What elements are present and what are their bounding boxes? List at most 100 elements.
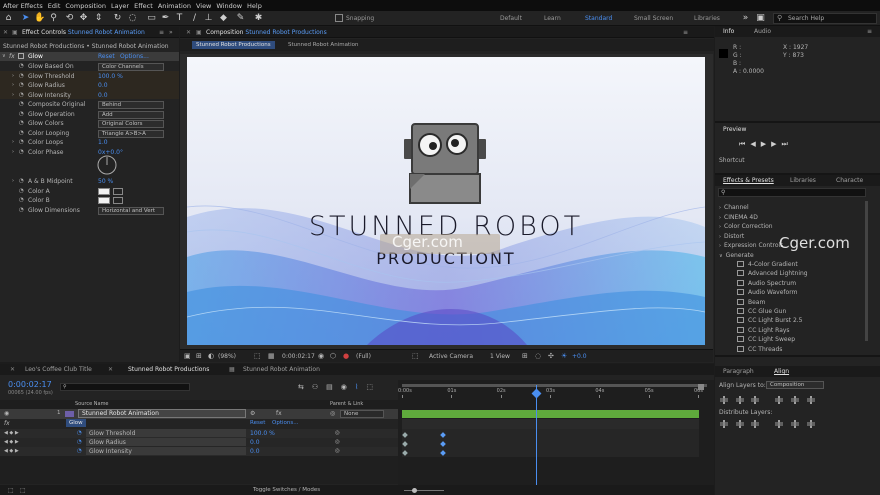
layer-switch-icon[interactable]: ⚙ [250,410,255,417]
tl-options[interactable]: Options... [272,420,298,426]
menu-item[interactable]: Animation [158,2,191,10]
tab-audio[interactable]: Audio [754,28,771,35]
menu-item[interactable]: Layer [111,2,129,10]
fx-icon[interactable]: fx [9,53,15,60]
effects-category[interactable]: › Expression Controls [719,241,783,250]
tab-align[interactable]: Align [774,368,789,375]
effects-item[interactable]: CC Light Rays [737,326,790,335]
effects-category[interactable]: › Color Correction [719,222,773,231]
tl-reset[interactable]: Reset [250,420,265,426]
ec-prop-row[interactable]: › ◔ Glow Intensity 0.0 [0,91,179,100]
ec-prop-row[interactable]: ◔ Glow Based On Color Channels [0,62,179,71]
ec-prop-row[interactable]: ◔ Color A [0,187,179,196]
tab-paragraph[interactable]: Paragraph [723,368,754,375]
ec-prop-value[interactable]: 0.0 [98,91,108,100]
effects-item[interactable]: CC Threads [737,345,782,354]
ec-prop-dropdown[interactable]: Color Channels [98,63,164,71]
menu-item[interactable]: Help [247,2,262,10]
eraser-tool-icon[interactable]: ◆ [218,13,229,24]
comp-subtab-productions[interactable]: Stunned Robot Productions [192,41,275,49]
tab-stunned-animation[interactable]: Stunned Robot Animation [243,366,320,373]
ec-prop-row[interactable]: ◔ Glow Colors Original Colors [0,119,179,128]
effects-category[interactable]: ∨ Generate [719,251,754,260]
tab-leos-coffee[interactable]: Leo's Coffee Club Title [25,366,92,373]
stopwatch-icon[interactable]: ◔ [77,429,82,438]
pickwhip-icon[interactable]: ◎ [330,410,335,417]
brush-tool-icon[interactable]: ∕ [189,13,200,24]
stopwatch-icon[interactable]: ◔ [19,177,24,186]
align-to-dropdown[interactable]: Composition [766,381,824,389]
transparency-grid-icon[interactable]: ▦ [268,352,275,360]
effects-item[interactable]: Audio Spectrum [737,279,796,288]
tl-prop-value[interactable]: 100.0 % [250,429,275,438]
effects-search-input[interactable]: ⚲ [718,188,866,197]
region-icon[interactable]: ⬚ [254,352,261,360]
layer-row[interactable]: ◉ 1 Stunned Robot Animation ⚙ fx ◎ None [0,409,398,419]
pan-camera-icon[interactable]: ✥ [78,13,89,24]
tab-character[interactable]: Characte [836,177,863,184]
reset-exposure-icon[interactable]: ◌ [535,352,541,360]
view-layout-dropdown[interactable]: 1 View [490,353,510,360]
ec-prop-row[interactable]: ◔ Glow Dimensions Horizontal and Vert [0,206,179,215]
3d-icon[interactable]: ✣ [548,352,554,360]
frame-blend-icon[interactable]: ▤ [326,383,341,391]
twirl-icon[interactable]: › [12,148,14,157]
ec-prop-value[interactable]: 100.0 % [98,72,123,81]
zoom-slider-thumb[interactable] [412,488,417,493]
draft-3d-icon[interactable]: ⇆ [298,383,312,391]
ec-prop-row[interactable]: › ◔ Glow Threshold 100.0 % [0,72,179,81]
play-icon[interactable]: ▶ [761,140,771,148]
dolly-camera-icon[interactable]: ⇕ [93,13,104,24]
ec-prop-row[interactable]: ◔ Glow Operation Add [0,110,179,119]
tab-composition[interactable]: Composition Stunned Robot Productions [206,29,327,36]
tab-stunned-productions[interactable]: Stunned Robot Productions [128,366,209,373]
camera-dropdown[interactable]: Active Camera [429,353,473,360]
layer-duration-bar[interactable] [402,410,699,418]
menu-item[interactable]: Window [216,2,242,10]
info-menu-icon[interactable]: ≡ [867,28,872,35]
ec-prop-dropdown[interactable]: Behind [98,101,164,109]
sync-icon[interactable]: ▣ [755,13,766,24]
time-ruler[interactable]: 0:00s 01s 02s 03s 04s 05s 06s [398,388,714,398]
mask-icon[interactable]: ◐ [208,352,214,360]
lock-icon[interactable]: ▣ [12,29,18,36]
roto-brush-icon[interactable]: ✎ [235,13,246,24]
next-frame-icon[interactable]: ▶ [771,140,781,148]
tl-close-icon-2[interactable]: ✕ [108,366,113,373]
glow-enable-icon[interactable] [18,53,24,59]
panel-menu-icon[interactable]: ≡ [159,29,164,36]
tab-preview[interactable]: Preview [723,126,746,133]
align-top-icon[interactable] [775,396,783,404]
first-frame-icon[interactable]: ⏮ [739,140,750,148]
zoom-dropdown[interactable]: (98%) [218,353,236,360]
show-snapshot-icon[interactable]: ⬡ [330,352,336,360]
tab-libraries[interactable]: Libraries [790,177,816,184]
stopwatch-icon[interactable]: ◔ [77,447,82,456]
stopwatch-icon[interactable]: ◔ [19,81,24,90]
workspace-default[interactable]: Default [500,15,522,22]
ec-reset[interactable]: Reset [98,53,115,60]
puppet-tool-icon[interactable]: ✱ [253,13,264,24]
work-area-bar[interactable] [402,384,707,387]
channel-icon[interactable]: ● [343,352,349,360]
work-area-end[interactable] [698,384,704,390]
distribute-bottom-icon[interactable] [751,420,759,428]
timeline-search-input[interactable]: ⚲ [60,383,190,391]
orbit-tool-icon[interactable]: ⟲ [64,13,75,24]
resolution-dropdown[interactable]: (Full) [356,353,371,360]
home-icon[interactable]: ⌂ [3,13,14,24]
layer-fx-switch-icon[interactable]: fx [276,410,282,417]
ec-prop-dropdown[interactable]: Horizontal and Vert [98,206,164,215]
last-frame-icon[interactable]: ⏭ [781,140,792,148]
color-swatch[interactable] [98,197,110,204]
keyframe-nav-icon[interactable]: ◀ ◆ ▶ [4,447,19,456]
ec-options[interactable]: Options... [120,53,149,60]
stopwatch-icon[interactable]: ◔ [19,100,24,109]
footer-icon-2[interactable]: ⬚ [20,487,26,494]
pan-behind-icon[interactable]: ◌ [127,13,138,24]
comp-close-icon[interactable]: ✕ [186,29,191,36]
rotation-tool-icon[interactable]: ↻ [112,13,123,24]
stopwatch-icon[interactable]: ◔ [19,206,24,215]
stopwatch-icon[interactable]: ◔ [19,119,24,128]
align-bottom-icon[interactable] [807,396,815,404]
